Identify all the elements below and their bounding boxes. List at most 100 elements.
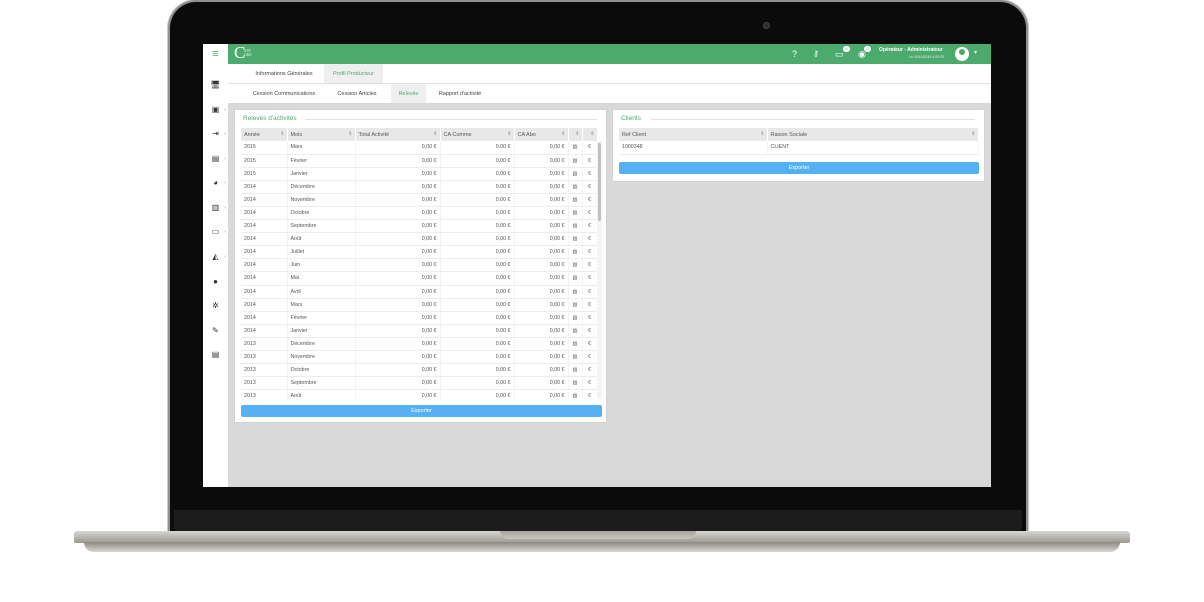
app-logo[interactable]: C STE ORS (234, 44, 254, 62)
table-row[interactable]: 2014 Septembre 0,00 €0,00 €0,00 € ▥ € (241, 219, 597, 234)
euro-icon[interactable]: € (582, 141, 597, 155)
sidebar-item-help-circle[interactable]: ● (203, 275, 228, 289)
column-header[interactable]: CA Abo ⇕ (514, 128, 569, 141)
euro-icon[interactable]: € (582, 285, 597, 299)
table-row[interactable]: 2014 Mars 0,00 €0,00 €0,00 € ▥ € (241, 298, 597, 312)
bar-chart-icon[interactable]: ▥ (568, 337, 583, 352)
bar-chart-icon[interactable]: ▥ (568, 219, 583, 234)
bar-chart-icon[interactable]: ▥ (568, 245, 583, 260)
table-row[interactable]: 2013 Septembre 0,00 €0,00 €0,00 € ▥ € (241, 376, 597, 391)
bar-chart-icon[interactable]: ▥ (568, 363, 583, 378)
euro-icon[interactable]: € (582, 298, 597, 312)
euro-icon[interactable]: € (582, 350, 597, 365)
euro-icon[interactable]: € (582, 180, 597, 194)
euro-icon[interactable]: € (582, 206, 597, 221)
bar-chart-icon[interactable]: ▥ (568, 167, 583, 181)
releves-export-button[interactable]: Exporter (241, 405, 602, 417)
sort-icon[interactable]: ⇕ (590, 131, 594, 137)
sort-icon[interactable]: ⇕ (507, 131, 511, 137)
sidebar-item-login[interactable]: ⇥ › (203, 127, 228, 141)
clients-export-button[interactable]: Exporter (619, 162, 979, 174)
column-header[interactable]: CA Comme ⇕ (440, 128, 515, 141)
euro-icon[interactable]: € (582, 167, 597, 181)
key-icon[interactable]: ⚷ (813, 47, 819, 61)
bar-chart-icon[interactable]: ▥ (568, 193, 583, 207)
sidebar-item-pen[interactable]: ✎ (203, 324, 228, 338)
euro-icon[interactable]: € (582, 271, 597, 286)
euro-icon[interactable]: € (582, 193, 597, 207)
euro-icon[interactable]: € (582, 245, 597, 260)
table-row[interactable]: 2014 Janvier 0,00 €0,00 €0,00 € ▥ € (241, 324, 597, 338)
tab-cession-articles[interactable]: Cession Articles (330, 84, 384, 103)
sidebar-item-document[interactable]: ▤ (203, 348, 228, 362)
scrollbar-thumb[interactable] (598, 143, 601, 221)
table-row[interactable]: 2014 Février 0,00 €0,00 €0,00 € ▥ € (241, 311, 597, 325)
bar-chart-icon[interactable]: ▥ (568, 285, 583, 299)
bar-chart-icon[interactable]: ▥ (568, 180, 583, 194)
bar-chart-icon[interactable]: ▥ (568, 311, 583, 325)
table-row[interactable]: 2014 Août 0,00 €0,00 €0,00 € ▥ € (241, 232, 597, 247)
bar-chart-icon[interactable]: ▥ (568, 258, 583, 273)
euro-icon[interactable]: € (582, 376, 597, 391)
euro-icon[interactable]: € (582, 258, 597, 273)
sidebar-item-globe[interactable]: ◕ › (203, 176, 228, 190)
bar-chart-icon[interactable]: ▥ (568, 271, 583, 286)
sidebar-item-contacts[interactable]: ▣ › (203, 103, 228, 117)
table-row[interactable]: 2013 Octobre 0,00 €0,00 €0,00 € ▥ € (241, 363, 597, 378)
sort-icon[interactable]: ⇕ (575, 131, 579, 137)
sort-icon[interactable]: ⇕ (561, 131, 565, 137)
sidebar-item-calendar[interactable]: ▤ › (203, 152, 228, 166)
euro-icon[interactable]: € (582, 311, 597, 325)
sort-icon[interactable]: ⇕ (280, 131, 284, 137)
sidebar-item-bar-chart[interactable]: ▥ › (203, 201, 228, 215)
sidebar-item-gear[interactable]: ✲ (203, 299, 228, 313)
bar-chart-icon[interactable]: ▥ (568, 232, 583, 247)
sort-icon[interactable]: ⇕ (348, 131, 352, 137)
tab-rapport-activite[interactable]: Rapport d'activité (430, 84, 490, 103)
table-row[interactable]: 2014 Juin 0,00 €0,00 €0,00 € ▥ € (241, 258, 597, 273)
tab-profil-producteur[interactable]: Profil Producteur (324, 64, 383, 83)
table-row[interactable]: 2014 Décembre 0,00 €0,00 €0,00 € ▥ € (241, 180, 597, 194)
table-row[interactable]: 2015 Février 0,00 €0,00 €0,00 € ▥ € (241, 154, 597, 168)
table-row[interactable]: 2014 Avril 0,00 €0,00 €0,00 € ▥ € (241, 285, 597, 299)
sort-icon[interactable]: ⇕ (971, 131, 975, 137)
column-header[interactable]: Total Activité ⇕ (355, 128, 441, 141)
table-row[interactable]: 2013 Août 0,00 €0,00 €0,00 € ▥ € (241, 389, 597, 399)
table-row[interactable]: 2015 Janvier 0,00 €0,00 €0,00 € ▥ € (241, 167, 597, 181)
user-name[interactable]: Opérateur - Administrateur (879, 47, 943, 53)
bar-chart-icon[interactable]: ▥ (568, 389, 583, 399)
euro-icon[interactable]: € (582, 324, 597, 338)
sidebar-item-area-chart[interactable]: ◭ › (203, 250, 228, 264)
column-header[interactable]: ⇕ (582, 128, 597, 141)
column-header[interactable]: Ref Client ⇕ (619, 128, 768, 141)
table-row[interactable]: 2013 Décembre 0,00 €0,00 €0,00 € ▥ € (241, 337, 597, 352)
chevron-down-icon[interactable]: ▾ (974, 49, 977, 56)
column-header[interactable]: Année ⇕ (241, 128, 288, 141)
releves-scrollbar[interactable] (597, 141, 602, 399)
table-row[interactable]: 2014 Mai 0,00 €0,00 €0,00 € ▥ € (241, 271, 597, 286)
euro-icon[interactable]: € (582, 232, 597, 247)
euro-icon[interactable]: € (582, 389, 597, 399)
column-header[interactable]: Raison Sociale ⇕ (767, 128, 979, 141)
bar-chart-icon[interactable]: ▥ (568, 350, 583, 365)
table-row[interactable]: 2014 Juillet 0,00 €0,00 €0,00 € ▥ € (241, 245, 597, 260)
tab-cession-communications[interactable]: Cession Communications (244, 84, 324, 103)
euro-icon[interactable]: € (582, 337, 597, 352)
column-header[interactable]: ⇕ (568, 128, 583, 141)
table-row[interactable]: 2015 Mars 0,00 €0,00 €0,00 € ▥ € (241, 141, 597, 155)
table-row[interactable]: 1000348 CLIENT (619, 141, 979, 155)
euro-icon[interactable]: € (582, 363, 597, 378)
bar-chart-icon[interactable]: ▥ (568, 154, 583, 168)
bar-chart-icon[interactable]: ▥ (568, 324, 583, 338)
bar-chart-icon[interactable]: ▥ (568, 298, 583, 312)
tab-informations-generales[interactable]: Informations Générales (244, 64, 324, 83)
bar-chart-icon[interactable]: ▥ (568, 206, 583, 221)
column-header[interactable]: Mois ⇕ (287, 128, 356, 141)
sort-icon[interactable]: ⇕ (433, 131, 437, 137)
tab-releves[interactable]: Relevés (391, 84, 426, 103)
hamburger-menu-icon[interactable]: ≡ (203, 44, 228, 64)
bar-chart-icon[interactable]: ▥ (568, 141, 583, 155)
question-icon[interactable]: ? (792, 47, 797, 61)
sidebar-item-monitor[interactable]: 🖥 (203, 78, 228, 92)
table-row[interactable]: 2014 Octobre 0,00 €0,00 €0,00 € ▥ € (241, 206, 597, 221)
